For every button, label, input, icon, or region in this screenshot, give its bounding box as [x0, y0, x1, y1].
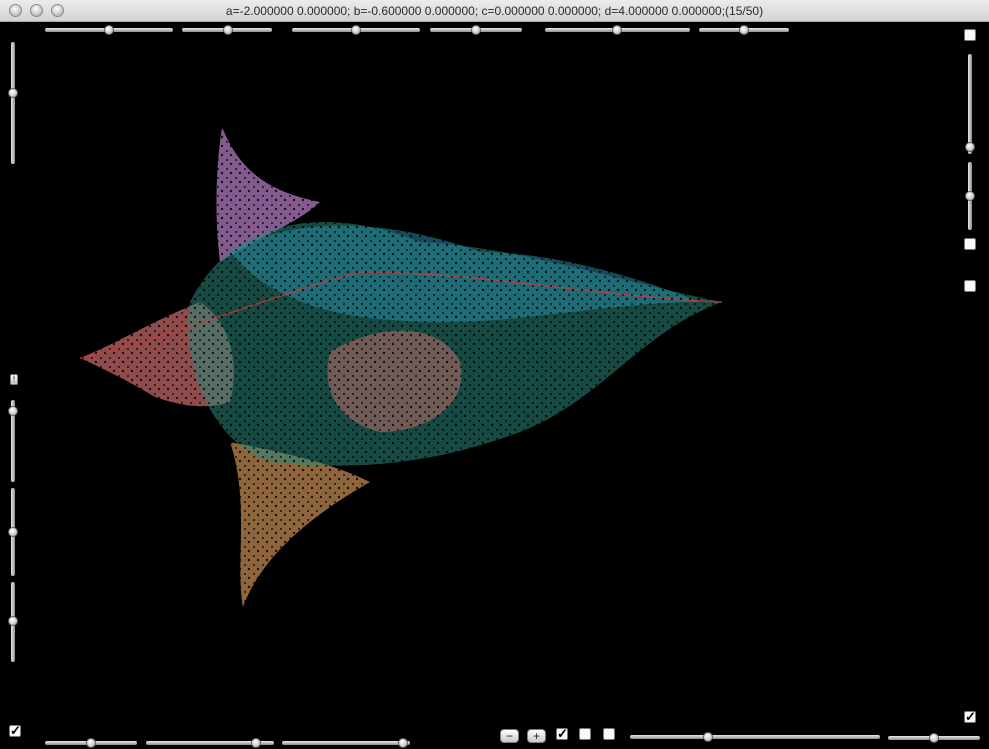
slider-thumb[interactable] [703, 732, 713, 742]
checkbox-bottom-right[interactable]: ✓ [964, 710, 976, 723]
zoom-in-button[interactable]: + [527, 729, 546, 743]
slider-thumb[interactable] [351, 25, 361, 35]
top-slider-2[interactable] [182, 25, 272, 35]
slider-thumb[interactable] [104, 25, 114, 35]
slider-thumb[interactable] [739, 25, 749, 35]
bottom-slider-4[interactable] [630, 732, 880, 742]
left-slider-3[interactable] [8, 488, 18, 576]
top-slider-1[interactable] [45, 25, 173, 35]
left-slider-4[interactable] [8, 582, 18, 662]
zoom-out-button[interactable]: − [500, 729, 519, 743]
top-slider-3[interactable] [292, 25, 420, 35]
top-slider-5[interactable] [545, 25, 690, 35]
bottom-slider-3[interactable] [282, 738, 410, 748]
top-slider-4[interactable] [430, 25, 522, 35]
slider-thumb[interactable] [965, 191, 975, 201]
checkbox-bottom-center-2[interactable] [579, 728, 591, 740]
checkbox-bottom-center-1[interactable]: ✓ [556, 727, 568, 740]
left-slider-2[interactable] [8, 400, 18, 482]
slider-thumb[interactable] [8, 88, 18, 98]
bottom-slider-5[interactable] [888, 733, 980, 743]
left-slider-1[interactable] [8, 42, 18, 164]
slider-thumb[interactable] [8, 616, 18, 626]
checkbox-right-middle[interactable] [964, 238, 976, 250]
slider-thumb[interactable] [223, 25, 233, 35]
bottom-slider-2[interactable] [146, 738, 274, 748]
slider-thumb[interactable] [86, 738, 96, 748]
slider-track [968, 54, 972, 154]
slider-track [11, 42, 15, 164]
right-slider-1[interactable] [965, 54, 975, 154]
bottom-slider-1[interactable] [45, 738, 137, 748]
slider-thumb[interactable] [251, 738, 261, 748]
slider-thumb[interactable] [8, 406, 18, 416]
slider-thumb[interactable] [471, 25, 481, 35]
checkbox-bottom-left[interactable]: ✓ [9, 724, 21, 737]
slider-track [630, 735, 880, 739]
window-title: a=-2.000000 0.000000; b=-0.600000 0.0000… [225, 4, 764, 18]
window-titlebar: a=-2.000000 0.000000; b=-0.600000 0.0000… [0, 0, 989, 22]
slider-thumb[interactable] [8, 527, 18, 537]
right-slider-2[interactable] [965, 162, 975, 230]
fractal-canvas-area[interactable]: ! ✓ − + ✓ ✓ [0, 22, 989, 749]
slider-track [282, 741, 410, 745]
fractal-render [70, 122, 730, 622]
slider-thumb[interactable] [929, 733, 939, 743]
slider-thumb[interactable] [398, 738, 408, 748]
top-slider-6[interactable] [699, 25, 789, 35]
slider-thumb[interactable] [612, 25, 622, 35]
slider-thumb[interactable] [965, 142, 975, 152]
checkbox-bottom-center-3[interactable] [603, 728, 615, 740]
checkbox-right-lower[interactable] [964, 280, 976, 292]
small-action-button[interactable]: ! [10, 374, 18, 385]
checkbox-top-right[interactable] [964, 29, 976, 41]
